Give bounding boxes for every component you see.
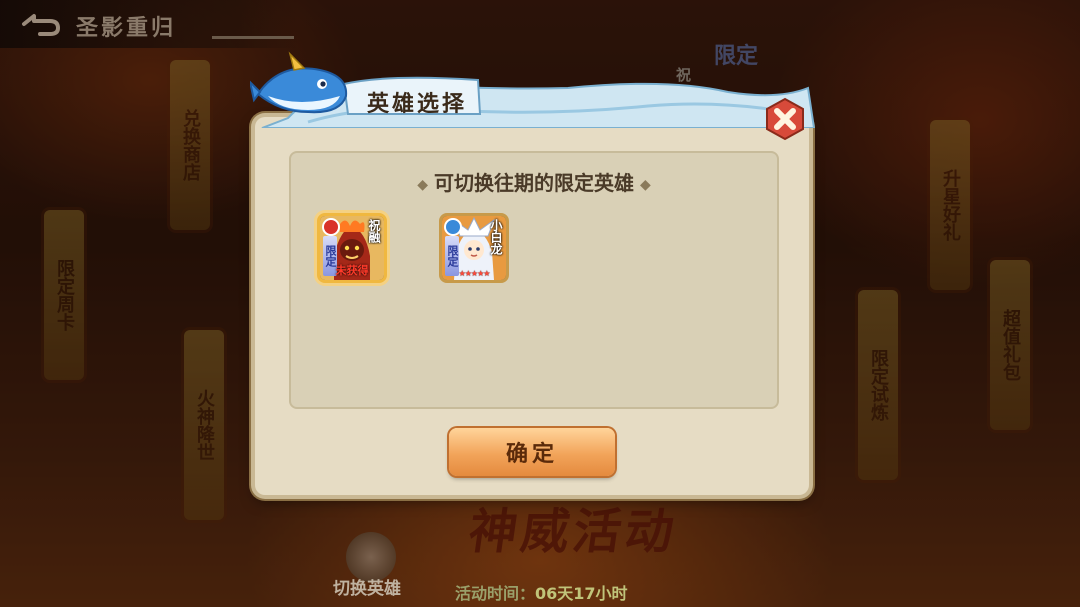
whale-fish-icon	[250, 51, 348, 114]
top-bar: 圣影重归	[0, 0, 298, 48]
dialog-title: 英雄选择	[367, 91, 468, 117]
event-time: 活动时间：06天17小时	[455, 580, 628, 604]
hero-name: 祝融	[367, 219, 381, 243]
close-icon[interactable]	[763, 97, 807, 141]
hero-list-panel: ◆ 可切换往期的限定英雄 ◆ 限定 祝融 未获得 限定 小白龙 ★★★★★	[289, 151, 779, 409]
hero-select-dialog: ◆ 可切换往期的限定英雄 ◆ 限定 祝融 未获得 限定 小白龙 ★★★★★ 确定	[255, 117, 809, 495]
hero-card-zhurong[interactable]: 限定 祝融 未获得	[317, 213, 387, 283]
panel-title: ◆ 可切换往期的限定英雄 ◆	[291, 167, 777, 196]
page-title: 圣影重归	[76, 16, 177, 41]
back-arrow-icon[interactable]	[20, 12, 62, 36]
panel-title-text: 可切换往期的限定英雄	[434, 171, 634, 195]
event-time-label: 活动时间：	[455, 584, 536, 603]
diamond-bullet-icon: ◆	[640, 176, 651, 193]
switch-hero-label: 切换英雄	[333, 579, 401, 599]
confirm-button[interactable]: 确定	[449, 428, 615, 476]
water-element-icon	[444, 218, 462, 236]
hero-card-xiaobailong[interactable]: 限定 小白龙 ★★★★★	[439, 213, 509, 283]
fire-element-icon	[322, 218, 340, 236]
hero-status-label: 未获得	[335, 264, 369, 277]
hero-name: 小白龙	[489, 219, 503, 255]
star-rating: ★★★★★	[458, 269, 491, 278]
diamond-bullet-icon: ◆	[417, 176, 428, 193]
event-time-value: 06天17小时	[535, 584, 628, 603]
title-underline	[212, 36, 294, 39]
